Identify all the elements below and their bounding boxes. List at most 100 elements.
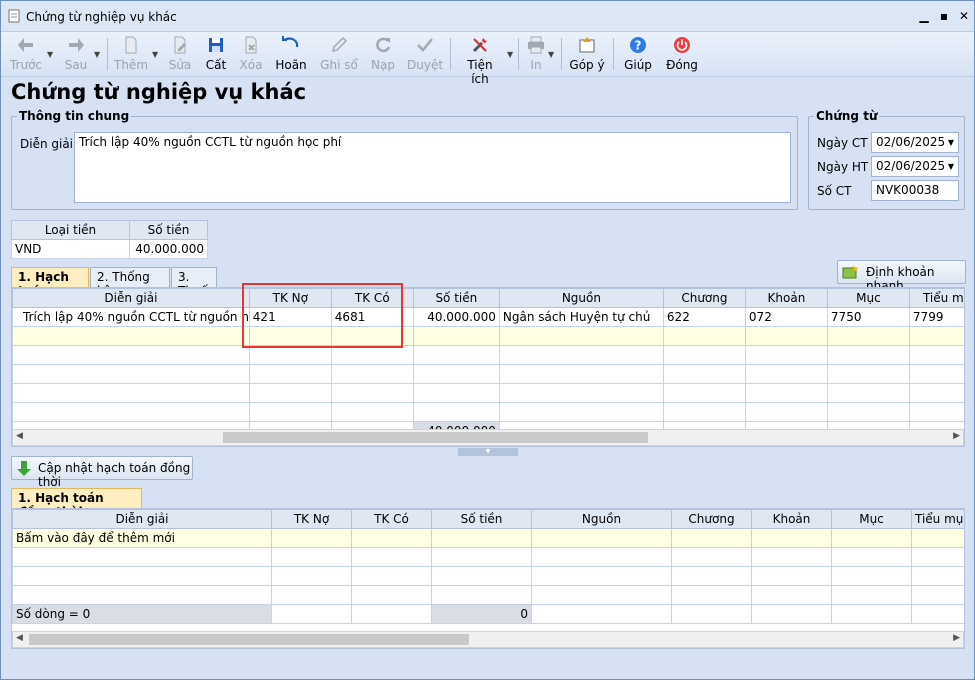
tab-accounting[interactable]: 1. Hạch toán bbox=[11, 267, 89, 298]
currency-table: Loại tiền Số tiền VND 40.000.000 bbox=[11, 220, 208, 259]
approve-button[interactable]: Duyệt bbox=[407, 35, 443, 75]
refresh-icon bbox=[376, 37, 391, 53]
delete-icon bbox=[245, 36, 257, 54]
column-header: Khoản bbox=[751, 509, 832, 529]
chevron-down-icon[interactable]: ▼ bbox=[948, 162, 954, 171]
undo-button[interactable]: Hoãn bbox=[273, 35, 309, 75]
previous-button[interactable]: Trước bbox=[7, 35, 45, 75]
horizontal-scrollbar[interactable]: ◀ ▶ bbox=[12, 631, 964, 648]
table-row[interactable]: Trích lập 40% nguồn CCTL từ nguồn học… 4… bbox=[12, 307, 964, 327]
column-header: Số tiền bbox=[129, 220, 208, 240]
toolbar-separator bbox=[450, 38, 451, 70]
splitter-handle[interactable]: ▼ bbox=[458, 448, 518, 456]
scroll-left-icon[interactable]: ◀ bbox=[16, 431, 23, 441]
reload-button[interactable]: Nạp bbox=[368, 35, 398, 75]
description-label: Diễn giải bbox=[20, 137, 74, 151]
scroll-right-icon[interactable]: ▶ bbox=[953, 633, 960, 643]
tools-icon bbox=[472, 38, 487, 53]
add-new-row[interactable]: Bấm vào đây để thêm mới bbox=[12, 528, 964, 548]
posting-date-value: 02/06/2025 bbox=[876, 159, 946, 173]
arrow-right-icon bbox=[69, 38, 84, 52]
sub-total-amount: 0 bbox=[431, 604, 532, 624]
edit-button[interactable]: Sửa bbox=[166, 35, 194, 75]
toolbar-separator bbox=[518, 38, 519, 70]
general-info-group: Thông tin chung Diễn giải Trích lập 40% … bbox=[11, 109, 798, 210]
voucher-title: Chứng từ bbox=[814, 109, 880, 123]
voucher-date-label: Ngày CT bbox=[817, 136, 868, 150]
update-accounting-label: Cập nhật hạch toán đồng thời bbox=[38, 461, 191, 489]
amount-cell[interactable]: 40.000.000 bbox=[412, 307, 500, 327]
scroll-thumb[interactable] bbox=[223, 432, 648, 443]
column-header: Nguồn bbox=[531, 509, 672, 529]
post-button[interactable]: Ghi sổ bbox=[319, 35, 359, 75]
utilities-button[interactable]: Tiện ích bbox=[457, 35, 503, 86]
print-button[interactable]: In bbox=[525, 35, 547, 75]
feedback-button[interactable]: Góp ý bbox=[569, 35, 605, 75]
feedback-icon bbox=[579, 37, 595, 53]
column-header: Diễn giải bbox=[12, 509, 272, 529]
tab-tax[interactable]: 3. Thuế bbox=[171, 267, 217, 298]
toolbar-separator bbox=[107, 38, 108, 70]
save-icon bbox=[209, 38, 223, 52]
add-new-placeholder[interactable]: Bấm vào đây để thêm mới bbox=[12, 528, 272, 548]
column-header: Mục bbox=[831, 509, 912, 529]
undo-icon bbox=[282, 36, 299, 48]
column-header: TK Nợ bbox=[271, 509, 352, 529]
item-cell[interactable]: 7750 bbox=[826, 307, 910, 327]
chevron-down-icon[interactable]: ▼ bbox=[507, 50, 513, 59]
power-icon bbox=[674, 37, 690, 53]
delete-button[interactable]: Xóa bbox=[237, 35, 265, 75]
empty-row bbox=[12, 345, 964, 365]
subitem-cell[interactable]: 7799 bbox=[908, 307, 964, 327]
quick-entry-button[interactable]: Định khoản nhanh bbox=[837, 260, 966, 293]
description-cell[interactable]: Trích lập 40% nguồn CCTL từ nguồn học… bbox=[12, 307, 250, 327]
concurrent-accounting-grid: Diễn giải TK Nợ TK Có Số tiền Nguồn Chươ… bbox=[11, 508, 965, 649]
voucher-date-value: 02/06/2025 bbox=[876, 135, 946, 149]
arrow-left-icon bbox=[18, 38, 33, 52]
help-button[interactable]: ? Giúp bbox=[623, 35, 653, 75]
chevron-down-icon[interactable]: ▼ bbox=[152, 50, 158, 59]
posting-date-picker[interactable]: 02/06/2025 ▼ bbox=[871, 156, 959, 177]
section-cell[interactable]: 072 bbox=[744, 307, 828, 327]
horizontal-scrollbar[interactable]: ◀ ▶ bbox=[12, 429, 964, 446]
close-button[interactable]: Đóng bbox=[665, 35, 699, 75]
new-document-icon bbox=[125, 36, 137, 54]
currency-cell[interactable]: VND bbox=[11, 239, 130, 259]
next-button[interactable]: Sau bbox=[61, 35, 91, 75]
source-cell[interactable]: Ngân sách Huyện tự chủ bbox=[498, 307, 664, 327]
voucher-date-picker[interactable]: 02/06/2025 ▼ bbox=[871, 132, 959, 153]
column-header: Tiểu mụ bbox=[911, 509, 964, 529]
empty-row bbox=[12, 566, 964, 586]
tab-concurrent-accounting[interactable]: 1. Hạch toán đồng thời bbox=[11, 488, 142, 519]
description-field[interactable]: Trích lập 40% nguồn CCTL từ nguồn học ph… bbox=[74, 132, 791, 203]
chevron-down-icon[interactable]: ▼ bbox=[948, 138, 954, 147]
row-count: Số dòng = 0 bbox=[12, 604, 272, 624]
save-button[interactable]: Cất bbox=[203, 35, 229, 75]
scroll-thumb[interactable] bbox=[29, 634, 469, 645]
add-button[interactable]: Thêm bbox=[114, 35, 148, 75]
column-header: Khoản bbox=[744, 288, 828, 308]
toolbar-separator bbox=[561, 38, 562, 70]
summary-row: Số dòng = 0 0 bbox=[12, 604, 964, 624]
posting-date-label: Ngày HT bbox=[817, 160, 869, 174]
tab-statistics[interactable]: 2. Thống kê bbox=[90, 267, 170, 298]
maximize-icon[interactable]: ▪ bbox=[936, 8, 952, 24]
edit-document-icon bbox=[174, 36, 186, 54]
voucher-group: Chứng từ Ngày CT 02/06/2025 ▼ Ngày HT 02/… bbox=[808, 109, 965, 210]
scroll-left-icon[interactable]: ◀ bbox=[16, 633, 23, 643]
new-row[interactable] bbox=[12, 326, 964, 346]
chevron-down-icon[interactable]: ▼ bbox=[94, 50, 100, 59]
accounting-table: Diễn giải TK Nợ TK Có Số tiền Nguồn Chươ… bbox=[12, 288, 964, 441]
update-accounting-button[interactable]: Cập nhật hạch toán đồng thời bbox=[11, 456, 193, 489]
minimize-icon[interactable]: ▁ bbox=[916, 8, 932, 24]
empty-row bbox=[12, 547, 964, 567]
chevron-down-icon[interactable]: ▼ bbox=[47, 50, 53, 59]
amount-cell[interactable]: 40.000.000 bbox=[129, 239, 208, 259]
column-header: Chương bbox=[662, 288, 746, 308]
chevron-down-icon[interactable]: ▼ bbox=[548, 50, 554, 59]
scroll-right-icon[interactable]: ▶ bbox=[953, 431, 960, 441]
voucher-number-field[interactable]: NVK00038 bbox=[871, 180, 959, 201]
accounting-grid: Diễn giải TK Nợ TK Có Số tiền Nguồn Chươ… bbox=[11, 287, 965, 447]
chapter-cell[interactable]: 622 bbox=[662, 307, 746, 327]
close-icon[interactable]: ✕ bbox=[956, 8, 972, 24]
